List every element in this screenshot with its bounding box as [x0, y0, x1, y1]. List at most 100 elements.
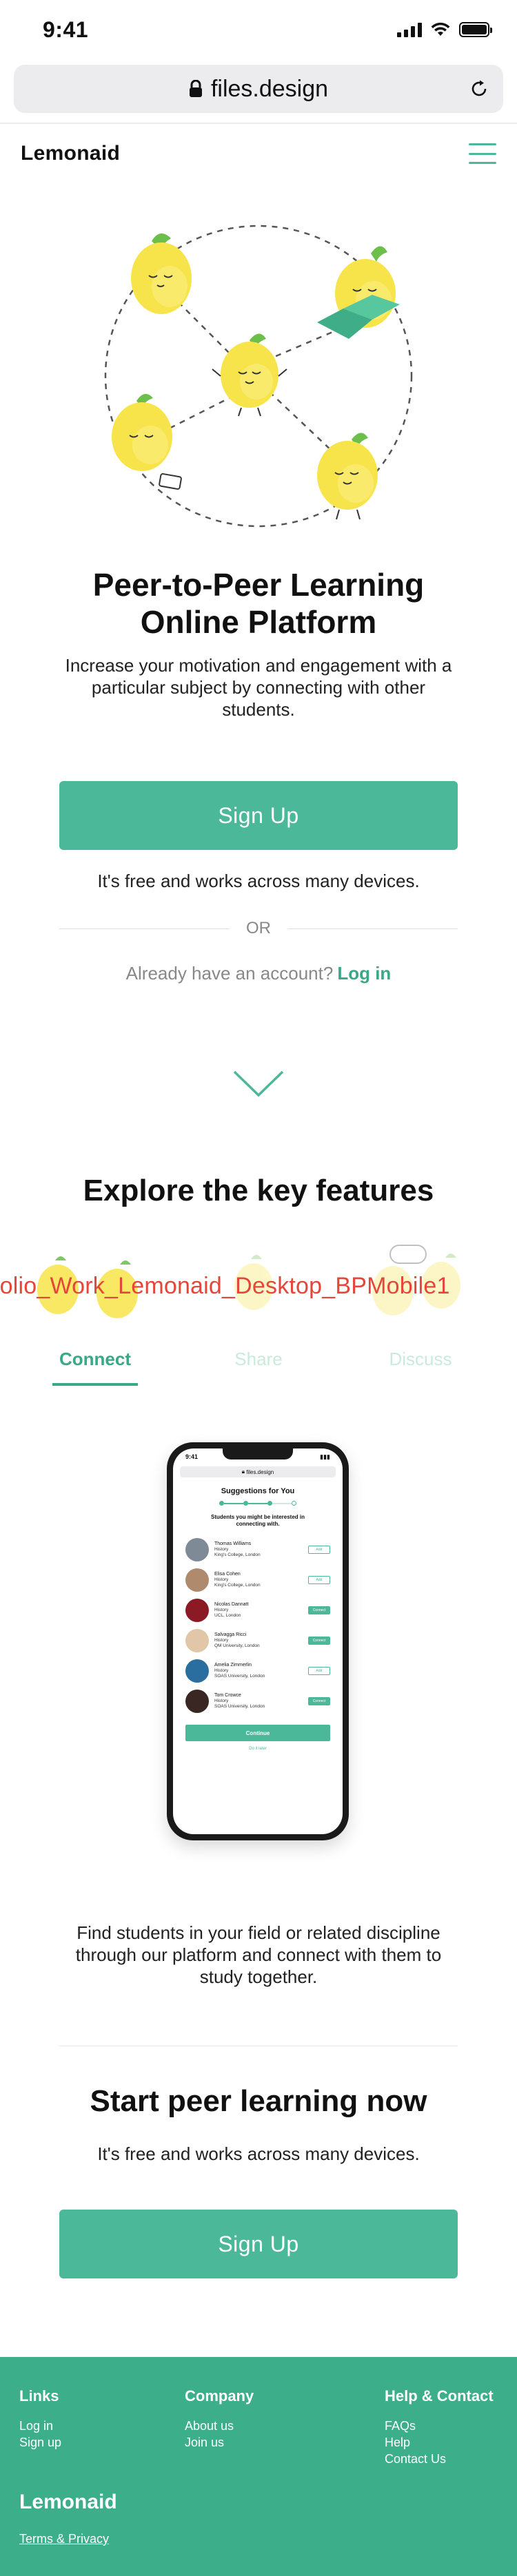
student-name: Salvagga Ricci — [214, 1632, 247, 1637]
active-tab-indicator — [52, 1383, 138, 1386]
student-row: Thomas Williams History King's College, Lo… — [185, 1535, 330, 1565]
student-subject: History — [214, 1638, 229, 1643]
footer-col-title: Links — [19, 2387, 59, 2404]
status-icons — [397, 22, 492, 37]
phone-title: Suggestions for You — [221, 1487, 295, 1495]
phone-url-bar: 🔒︎ files.design — [180, 1466, 336, 1477]
phone-progress — [173, 1501, 343, 1506]
student-subject: History — [214, 1699, 229, 1703]
signup-button-bottom[interactable]: Sign Up — [59, 2210, 458, 2278]
url-bar[interactable]: files.design — [14, 65, 503, 113]
features-title: Explore the key features — [83, 1174, 434, 1207]
student-row: Amelia Zimmerlin History SOAS University, … — [185, 1656, 330, 1686]
url-text: files.design — [210, 75, 329, 102]
student-add-button: Add — [308, 1546, 330, 1554]
phone-url-text: files.design — [246, 1468, 274, 1475]
chevron-down-icon[interactable] — [233, 1070, 284, 1098]
site-header: Lemonaid — [0, 124, 517, 183]
footer-link-login[interactable]: Log in — [19, 2418, 61, 2434]
footer-col-company: Company About us Join us — [185, 2387, 254, 2451]
avatar — [185, 1568, 209, 1592]
student-school: QM University, London — [214, 1643, 260, 1648]
student-subject: History — [214, 1668, 229, 1673]
reload-icon[interactable] — [469, 79, 489, 99]
feature-description: Find students in your field or related d… — [75, 1922, 442, 1987]
phone-student-list: Thomas Williams History King's College, Lo… — [173, 1535, 343, 1716]
start-title: Start peer learning now — [90, 2084, 427, 2118]
student-school: King's College, London — [214, 1583, 261, 1588]
free-note: It's free and works across many devices. — [97, 871, 420, 891]
footer-link-signup[interactable]: Sign up — [19, 2434, 61, 2451]
footer-col-title: Help & Contact — [385, 2387, 494, 2404]
hero-illustration — [104, 225, 413, 528]
student-school: UCL, London — [214, 1613, 241, 1618]
site-logo[interactable]: Lemonaid — [21, 142, 120, 165]
battery-icon — [459, 22, 492, 37]
student-name: Elisa Cohen — [214, 1572, 241, 1577]
student-name: Nicolas Dannatt — [214, 1602, 249, 1607]
footer-terms-link[interactable]: Terms & Privacy — [19, 2532, 109, 2546]
footer-link-help[interactable]: Help — [385, 2434, 494, 2451]
menu-icon[interactable] — [469, 143, 496, 164]
footer-link-join[interactable]: Join us — [185, 2434, 254, 2451]
avatar — [185, 1659, 209, 1683]
or-label: OR — [246, 919, 271, 937]
student-row: Tom Crowce History SOAS University, London… — [185, 1686, 330, 1716]
footer-link-faqs[interactable]: FAQs — [385, 2418, 494, 2434]
avatar — [185, 1599, 209, 1622]
status-bar: 9:41 — [0, 0, 517, 59]
lemon-character-1 — [131, 233, 192, 314]
footer-col-links: Links Log in Sign up — [19, 2387, 61, 2451]
phone-battery-icon: ▮▮▮ — [320, 1453, 330, 1460]
avatar — [185, 1538, 209, 1561]
student-school: SOAS University, London — [214, 1704, 265, 1709]
student-name: Tom Crowce — [214, 1693, 241, 1698]
footer-logo[interactable]: Lemonaid — [19, 2491, 117, 2514]
login-prompt: Already have an account? Log in — [0, 963, 517, 984]
student-row: Salvagga Ricci History QM University, Lond… — [185, 1625, 330, 1656]
wifi-icon — [431, 22, 450, 36]
student-add-button: Add — [308, 1576, 330, 1584]
site-footer: Links Log in Sign up Company About us Jo… — [0, 2357, 517, 2576]
footer-col-help: Help & Contact FAQs Help Contact Us — [385, 2387, 494, 2467]
status-time: 9:41 — [43, 17, 89, 42]
tab-connect[interactable]: Connect — [52, 1349, 138, 1370]
lemon-character-4 — [112, 393, 182, 490]
footer-col-title: Company — [185, 2387, 254, 2404]
student-name: Amelia Zimmerlin — [214, 1663, 252, 1668]
student-row: Elisa Cohen History King's College, London… — [185, 1565, 330, 1595]
phone-subtitle: Students you might be interested in conn… — [210, 1514, 305, 1527]
browser-bar: files.design — [0, 59, 517, 124]
footer-link-about[interactable]: About us — [185, 2418, 254, 2434]
phone-screen: 9:41 ▮▮▮ 🔒︎ files.design Suggestions for… — [173, 1448, 343, 1834]
start-free-note: It's free and works across many devices. — [97, 2143, 420, 2164]
student-subject: History — [214, 1608, 229, 1612]
signup-button[interactable]: Sign Up — [59, 781, 458, 850]
login-link[interactable]: Log in — [337, 963, 391, 984]
lemon-character-3 — [212, 333, 287, 417]
tab-discuss[interactable]: Discuss — [378, 1349, 463, 1370]
broken-image-alt-text: folio_Work_Lemonaid_Desktop_BPMobile1 — [0, 1273, 450, 1299]
footer-link-contact[interactable]: Contact Us — [385, 2451, 494, 2467]
student-subject: History — [214, 1577, 229, 1582]
student-school: King's College, London — [214, 1552, 261, 1557]
student-row: Nicolas Dannatt History UCL, London Connec… — [185, 1595, 330, 1625]
hero-subtitle: Increase your motivation and engagement … — [65, 655, 452, 720]
avatar — [185, 1629, 209, 1652]
or-divider: OR — [59, 919, 458, 938]
lock-icon — [189, 80, 202, 97]
hero-title: Peer-to-Peer Learning Online Platform — [92, 567, 425, 640]
lemon-character-2 — [317, 246, 400, 339]
student-subject: History — [214, 1547, 229, 1552]
feature-tabs: Connect Share Discuss — [0, 1349, 517, 1387]
have-account-text: Already have an account? — [125, 963, 334, 984]
student-connect-button: Connect — [308, 1697, 330, 1705]
student-name: Thomas Williams — [214, 1541, 252, 1546]
phone-skip-link: Do it later — [249, 1747, 267, 1751]
signal-icon — [397, 22, 422, 37]
student-add-button: Add — [308, 1667, 330, 1675]
phone-time: 9:41 — [185, 1453, 199, 1460]
avatar — [185, 1690, 209, 1713]
tab-share[interactable]: Share — [218, 1349, 299, 1370]
phone-lock-icon: 🔒︎ — [241, 1468, 245, 1475]
